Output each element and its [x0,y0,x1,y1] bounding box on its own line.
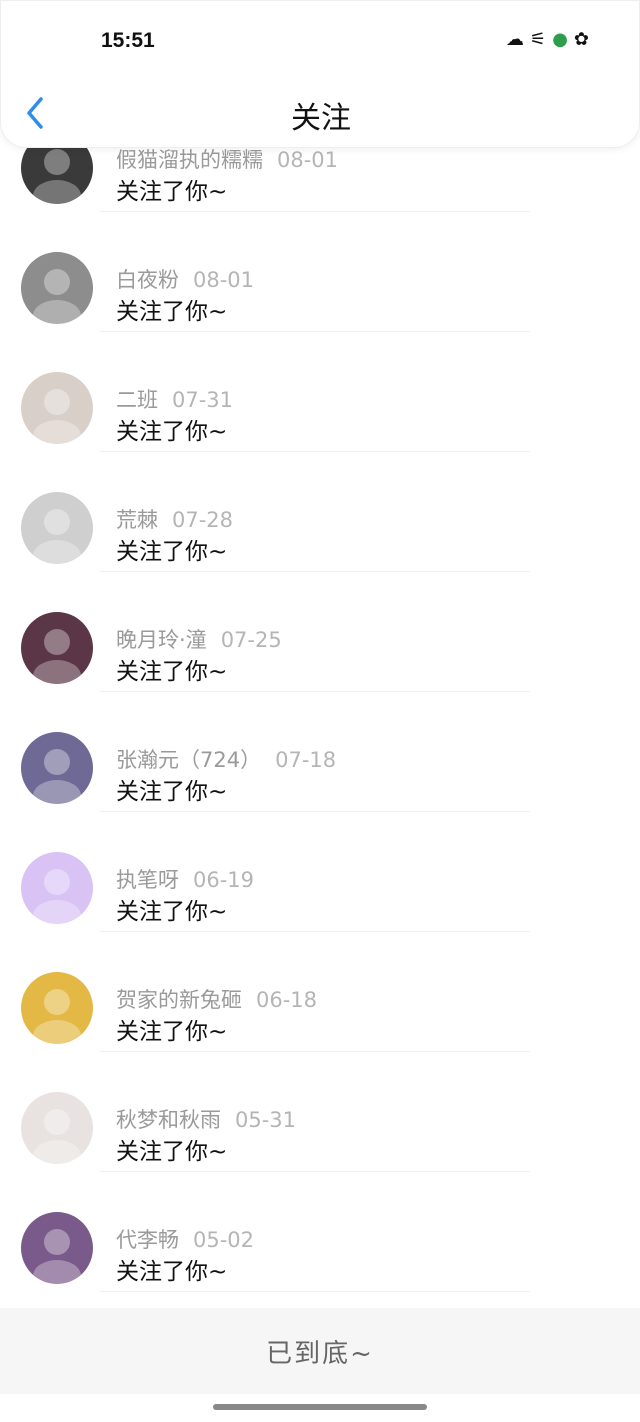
follower-name-line: 荒棘 07-28 [116,504,233,534]
follower-name-line: 张瀚元（724） 07-18 [116,744,336,774]
follow-action-text: 关注了你~ [116,1139,228,1165]
follower-list: 假猫溜执的糯糯 08-01 关注了你~ 白夜粉 08-01 关注了你~ 二班 07-3… [0,92,640,1292]
list-item[interactable]: 晚月玲·潼 07-25 关注了你~ [0,572,640,692]
follow-date: 06-18 [256,988,318,1012]
follower-name[interactable]: 晚月玲·潼 [116,628,207,652]
follower-name[interactable]: 执笔呀 [116,868,179,892]
avatar-image-icon [33,269,81,324]
home-indicator [213,1404,427,1410]
avatar-image-icon [33,389,81,444]
page-title: 关注 [291,101,351,136]
top-bar: 15:51 ☁ ⚟ ● ✿ 关注 [0,0,640,148]
follow-date: 07-18 [275,748,337,772]
follower-name-line: 二班 07-31 [116,384,233,414]
follow-action-text: 关注了你~ [116,419,228,445]
follow-date: 05-31 [235,1108,297,1132]
follower-name-line: 白夜粉 08-01 [116,264,254,294]
avatar-image-icon [33,989,81,1044]
list-item[interactable]: 白夜粉 08-01 关注了你~ [0,212,640,332]
avatar[interactable] [21,492,93,564]
avatar-image-icon [33,1109,81,1164]
star-icon: ✿ [573,29,589,50]
status-time: 15:51 [101,29,155,52]
avatar[interactable] [21,372,93,444]
follow-date: 08-01 [193,268,255,292]
end-of-list-footer: 已到底~ [0,1308,640,1394]
list-item[interactable]: 荒棘 07-28 关注了你~ [0,452,640,572]
follow-date: 08-01 [277,148,339,172]
follow-date: 07-28 [172,508,234,532]
follower-name[interactable]: 荒棘 [116,508,158,532]
avatar[interactable] [21,612,93,684]
follower-name[interactable]: 代李畅 [116,1228,179,1252]
follower-name-line: 执笔呀 06-19 [116,864,254,894]
list-item[interactable]: 代李畅 05-02 关注了你~ [0,1172,640,1292]
avatar[interactable] [21,1092,93,1164]
follow-action-text: 关注了你~ [116,1019,228,1045]
battery-icon: ● [552,29,568,50]
avatar[interactable] [21,732,93,804]
status-icons: ☁ ⚟ ● ✿ [506,29,589,50]
follow-date: 06-19 [193,868,255,892]
avatar[interactable] [21,1212,93,1284]
avatar-image-icon [33,749,81,804]
signal-icon: ⚟ [530,29,547,50]
follower-name[interactable]: 假猫溜执的糯糯 [116,148,263,172]
follow-action-text: 关注了你~ [116,539,228,565]
avatar[interactable] [21,852,93,924]
avatar[interactable] [21,972,93,1044]
avatar-image-icon [33,1229,81,1284]
cloud-status-icon: ☁ [506,29,525,50]
follow-action-text: 关注了你~ [116,659,228,685]
list-item[interactable]: 执笔呀 06-19 关注了你~ [0,812,640,932]
follower-name-line: 晚月玲·潼 07-25 [116,624,282,654]
follower-name-line: 贺家的新兔砸 06-18 [116,984,317,1014]
list-item[interactable]: 贺家的新兔砸 06-18 关注了你~ [0,932,640,1052]
follower-name[interactable]: 张瀚元（724） [116,748,261,772]
follow-action-text: 关注了你~ [116,899,228,925]
follow-action-text: 关注了你~ [116,179,228,205]
follower-name-line: 代李畅 05-02 [116,1224,254,1254]
avatar-image-icon [33,869,81,924]
follower-name[interactable]: 二班 [116,388,158,412]
avatar[interactable] [21,252,93,324]
follow-date: 07-25 [220,628,282,652]
follow-action-text: 关注了你~ [116,299,228,325]
avatar-image-icon [33,509,81,564]
follow-action-text: 关注了你~ [116,1259,228,1285]
follower-name[interactable]: 秋梦和秋雨 [116,1108,221,1132]
list-item[interactable]: 二班 07-31 关注了你~ [0,332,640,452]
divider [100,1291,530,1292]
follow-date: 07-31 [172,388,234,412]
follower-name-line: 假猫溜执的糯糯 08-01 [116,144,338,174]
list-item[interactable]: 张瀚元（724） 07-18 关注了你~ [0,692,640,812]
follow-date: 05-02 [193,1228,255,1252]
list-item[interactable]: 秋梦和秋雨 05-31 关注了你~ [0,1052,640,1172]
avatar-image-icon [33,629,81,684]
follower-name-line: 秋梦和秋雨 05-31 [116,1104,296,1134]
follower-name[interactable]: 白夜粉 [116,268,179,292]
follow-action-text: 关注了你~ [116,779,228,805]
follower-name[interactable]: 贺家的新兔砸 [116,988,242,1012]
